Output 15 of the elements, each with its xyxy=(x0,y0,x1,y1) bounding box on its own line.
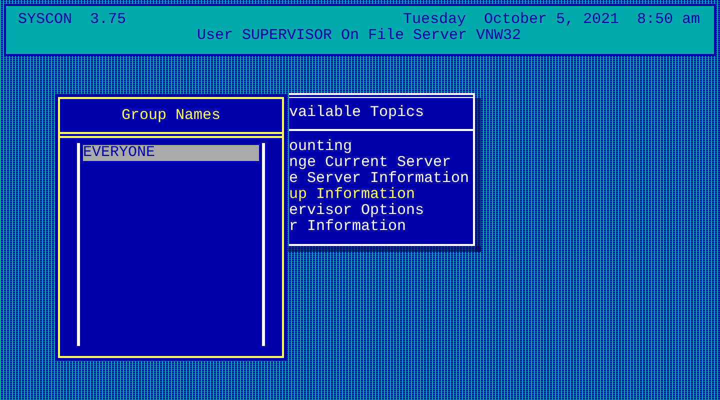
menu-item[interactable]: r Information xyxy=(289,219,473,235)
menu-item[interactable]: nge Current Server xyxy=(289,155,473,171)
program-version: 3.75 xyxy=(90,12,126,28)
menu-item[interactable]: up Information xyxy=(289,187,473,203)
menu-item[interactable]: ounting xyxy=(289,139,473,155)
list-item[interactable]: EVERYONE xyxy=(83,145,259,161)
program-name: SYSCON xyxy=(18,12,72,28)
menu-item[interactable]: ervisor Options xyxy=(289,203,473,219)
window-title: Group Names xyxy=(121,107,221,124)
date-text: October 5, 2021 xyxy=(484,12,619,28)
menu-item[interactable]: e Server Information xyxy=(289,171,473,187)
time-text: 8:50 am xyxy=(636,12,700,28)
user-server-text: User SUPERVISOR On File Server VNW32 xyxy=(196,27,522,44)
window-title: vailable Topics xyxy=(289,104,424,120)
day-text: Tuesday xyxy=(402,12,466,28)
